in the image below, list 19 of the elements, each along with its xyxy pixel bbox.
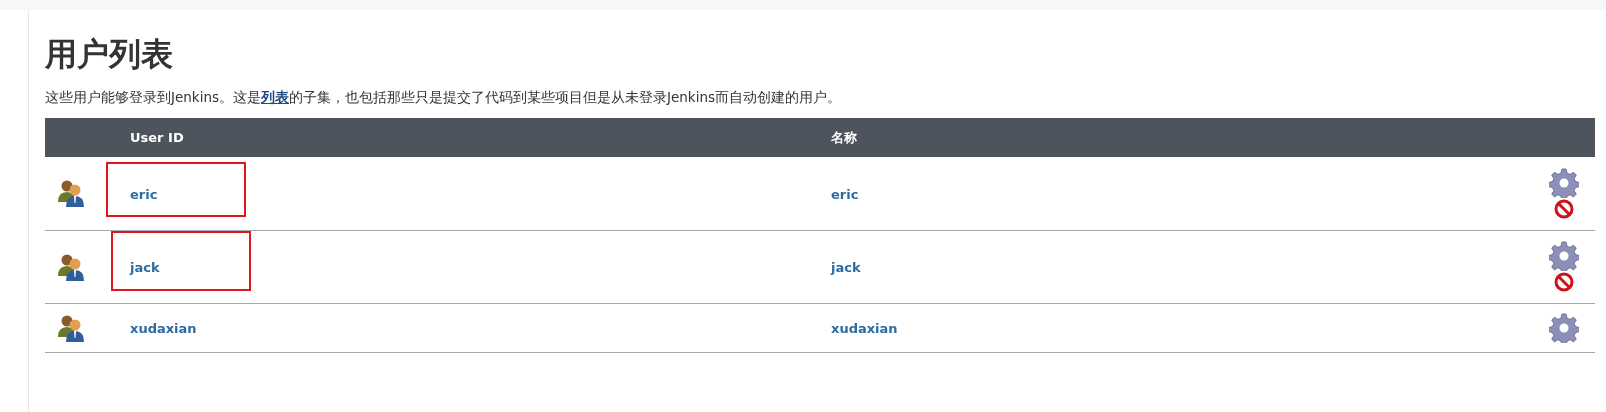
page-title: 用户列表 (45, 34, 174, 74)
gear-icon[interactable] (1549, 241, 1579, 271)
gear-icon[interactable] (1549, 312, 1579, 343)
list-link[interactable]: 列表 (261, 89, 289, 105)
description: 这些用户能够登录到Jenkins。这是列表的子集，也包括那些只是提交了代码到某些项目但是从未登录Jenkins而自动创建的用户。 (45, 88, 843, 106)
users-icon (57, 252, 87, 281)
user-name-link[interactable]: eric (831, 186, 859, 202)
user-name-link[interactable]: xudaxian (831, 321, 898, 336)
column-header: 名称 (830, 118, 1533, 157)
users-icon (57, 179, 87, 208)
gear-icon[interactable] (1549, 167, 1579, 198)
user-name-link[interactable]: jack (831, 260, 861, 275)
user-id-link[interactable]: jack (130, 260, 160, 275)
column-header: User ID (118, 118, 830, 157)
users-icon (57, 313, 87, 342)
user-id-link[interactable]: xudaxian (130, 321, 197, 336)
delete-icon[interactable] (1554, 272, 1574, 292)
user-id-link[interactable]: eric (130, 186, 158, 202)
delete-icon[interactable] (1554, 198, 1574, 219)
